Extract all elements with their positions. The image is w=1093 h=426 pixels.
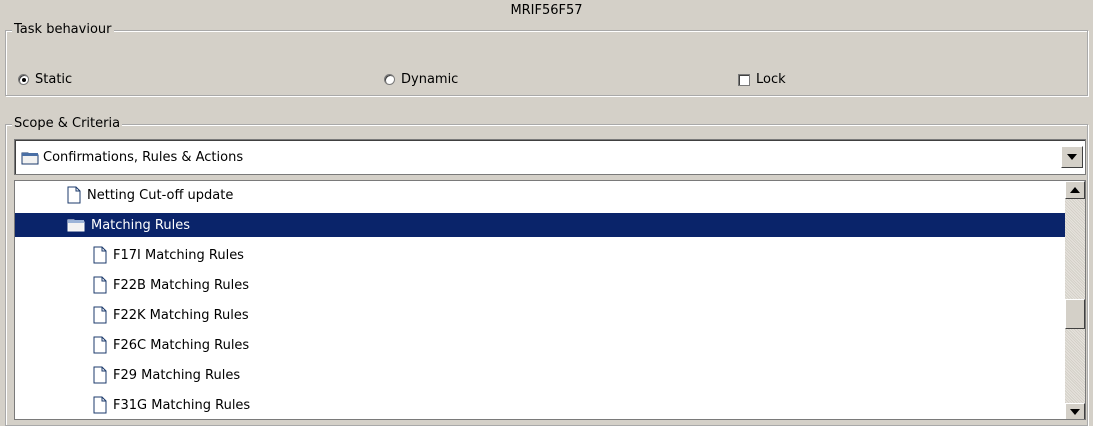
chevron-up-icon <box>1070 187 1080 193</box>
vertical-scrollbar[interactable] <box>1065 181 1085 419</box>
tree-item-label: Netting Cut-off update <box>87 187 234 203</box>
chevron-down-icon <box>1067 154 1077 160</box>
chevron-down-icon <box>1070 409 1080 415</box>
document-icon <box>93 276 107 294</box>
dynamic-radio-label: Dynamic <box>401 72 459 87</box>
folder-icon <box>67 218 85 232</box>
lock-checkbox-box[interactable] <box>738 73 750 86</box>
window-title: MRIF56F57 <box>510 3 583 18</box>
document-icon <box>93 246 107 264</box>
document-icon <box>93 306 107 324</box>
tree-item-label: F22K Matching Rules <box>113 307 249 323</box>
lock-checkbox-label: Lock <box>756 72 786 87</box>
document-icon <box>93 366 107 384</box>
scrollbar-thumb[interactable] <box>1065 299 1085 329</box>
task-behaviour-legend: Task behaviour <box>12 22 114 38</box>
tree-item-matching-rules[interactable]: Matching Rules <box>15 213 1085 237</box>
lock-checkbox[interactable]: Lock <box>738 72 786 87</box>
dynamic-radio-indicator[interactable] <box>384 74 395 85</box>
tree-item-label: F17I Matching Rules <box>113 247 244 263</box>
scope-combo-value: Confirmations, Rules & Actions <box>43 149 244 165</box>
combo-dropdown-button[interactable] <box>1061 146 1083 168</box>
task-behaviour-group: Task behaviour <box>5 22 1088 96</box>
tree-item-label: F31G Matching Rules <box>113 397 251 413</box>
tree-item-label: F22B Matching Rules <box>113 277 250 293</box>
static-radio-indicator[interactable] <box>18 74 29 85</box>
static-radio[interactable]: Static <box>18 72 72 87</box>
dynamic-radio[interactable]: Dynamic <box>384 72 458 87</box>
scope-tree[interactable]: Netting Cut-off update Matching Rules F1… <box>14 180 1086 420</box>
tree-item-f29[interactable]: F29 Matching Rules <box>15 363 1085 387</box>
document-icon <box>93 396 107 414</box>
tree-item-netting-cutoff[interactable]: Netting Cut-off update <box>15 183 1085 207</box>
tree-item-f31g[interactable]: F31G Matching Rules <box>15 393 1085 417</box>
folder-icon <box>21 151 39 169</box>
tree-item-label: F29 Matching Rules <box>113 367 241 383</box>
document-icon <box>93 336 107 354</box>
static-radio-label: Static <box>35 72 73 87</box>
tree-item-f22k[interactable]: F22K Matching Rules <box>15 303 1085 327</box>
tree-item-label: Matching Rules <box>91 217 190 233</box>
scope-criteria-legend: Scope & Criteria <box>12 116 123 132</box>
scope-combo-box[interactable]: Confirmations, Rules & Actions <box>14 139 1086 175</box>
tree-item-f26c[interactable]: F26C Matching Rules <box>15 333 1085 357</box>
tree-item-f22b[interactable]: F22B Matching Rules <box>15 273 1085 297</box>
tree-item-label: F26C Matching Rules <box>113 337 250 353</box>
document-icon <box>67 186 81 204</box>
scroll-down-button[interactable] <box>1065 403 1085 419</box>
tree-item-f17i[interactable]: F17I Matching Rules <box>15 243 1085 267</box>
scroll-up-button[interactable] <box>1065 181 1085 199</box>
